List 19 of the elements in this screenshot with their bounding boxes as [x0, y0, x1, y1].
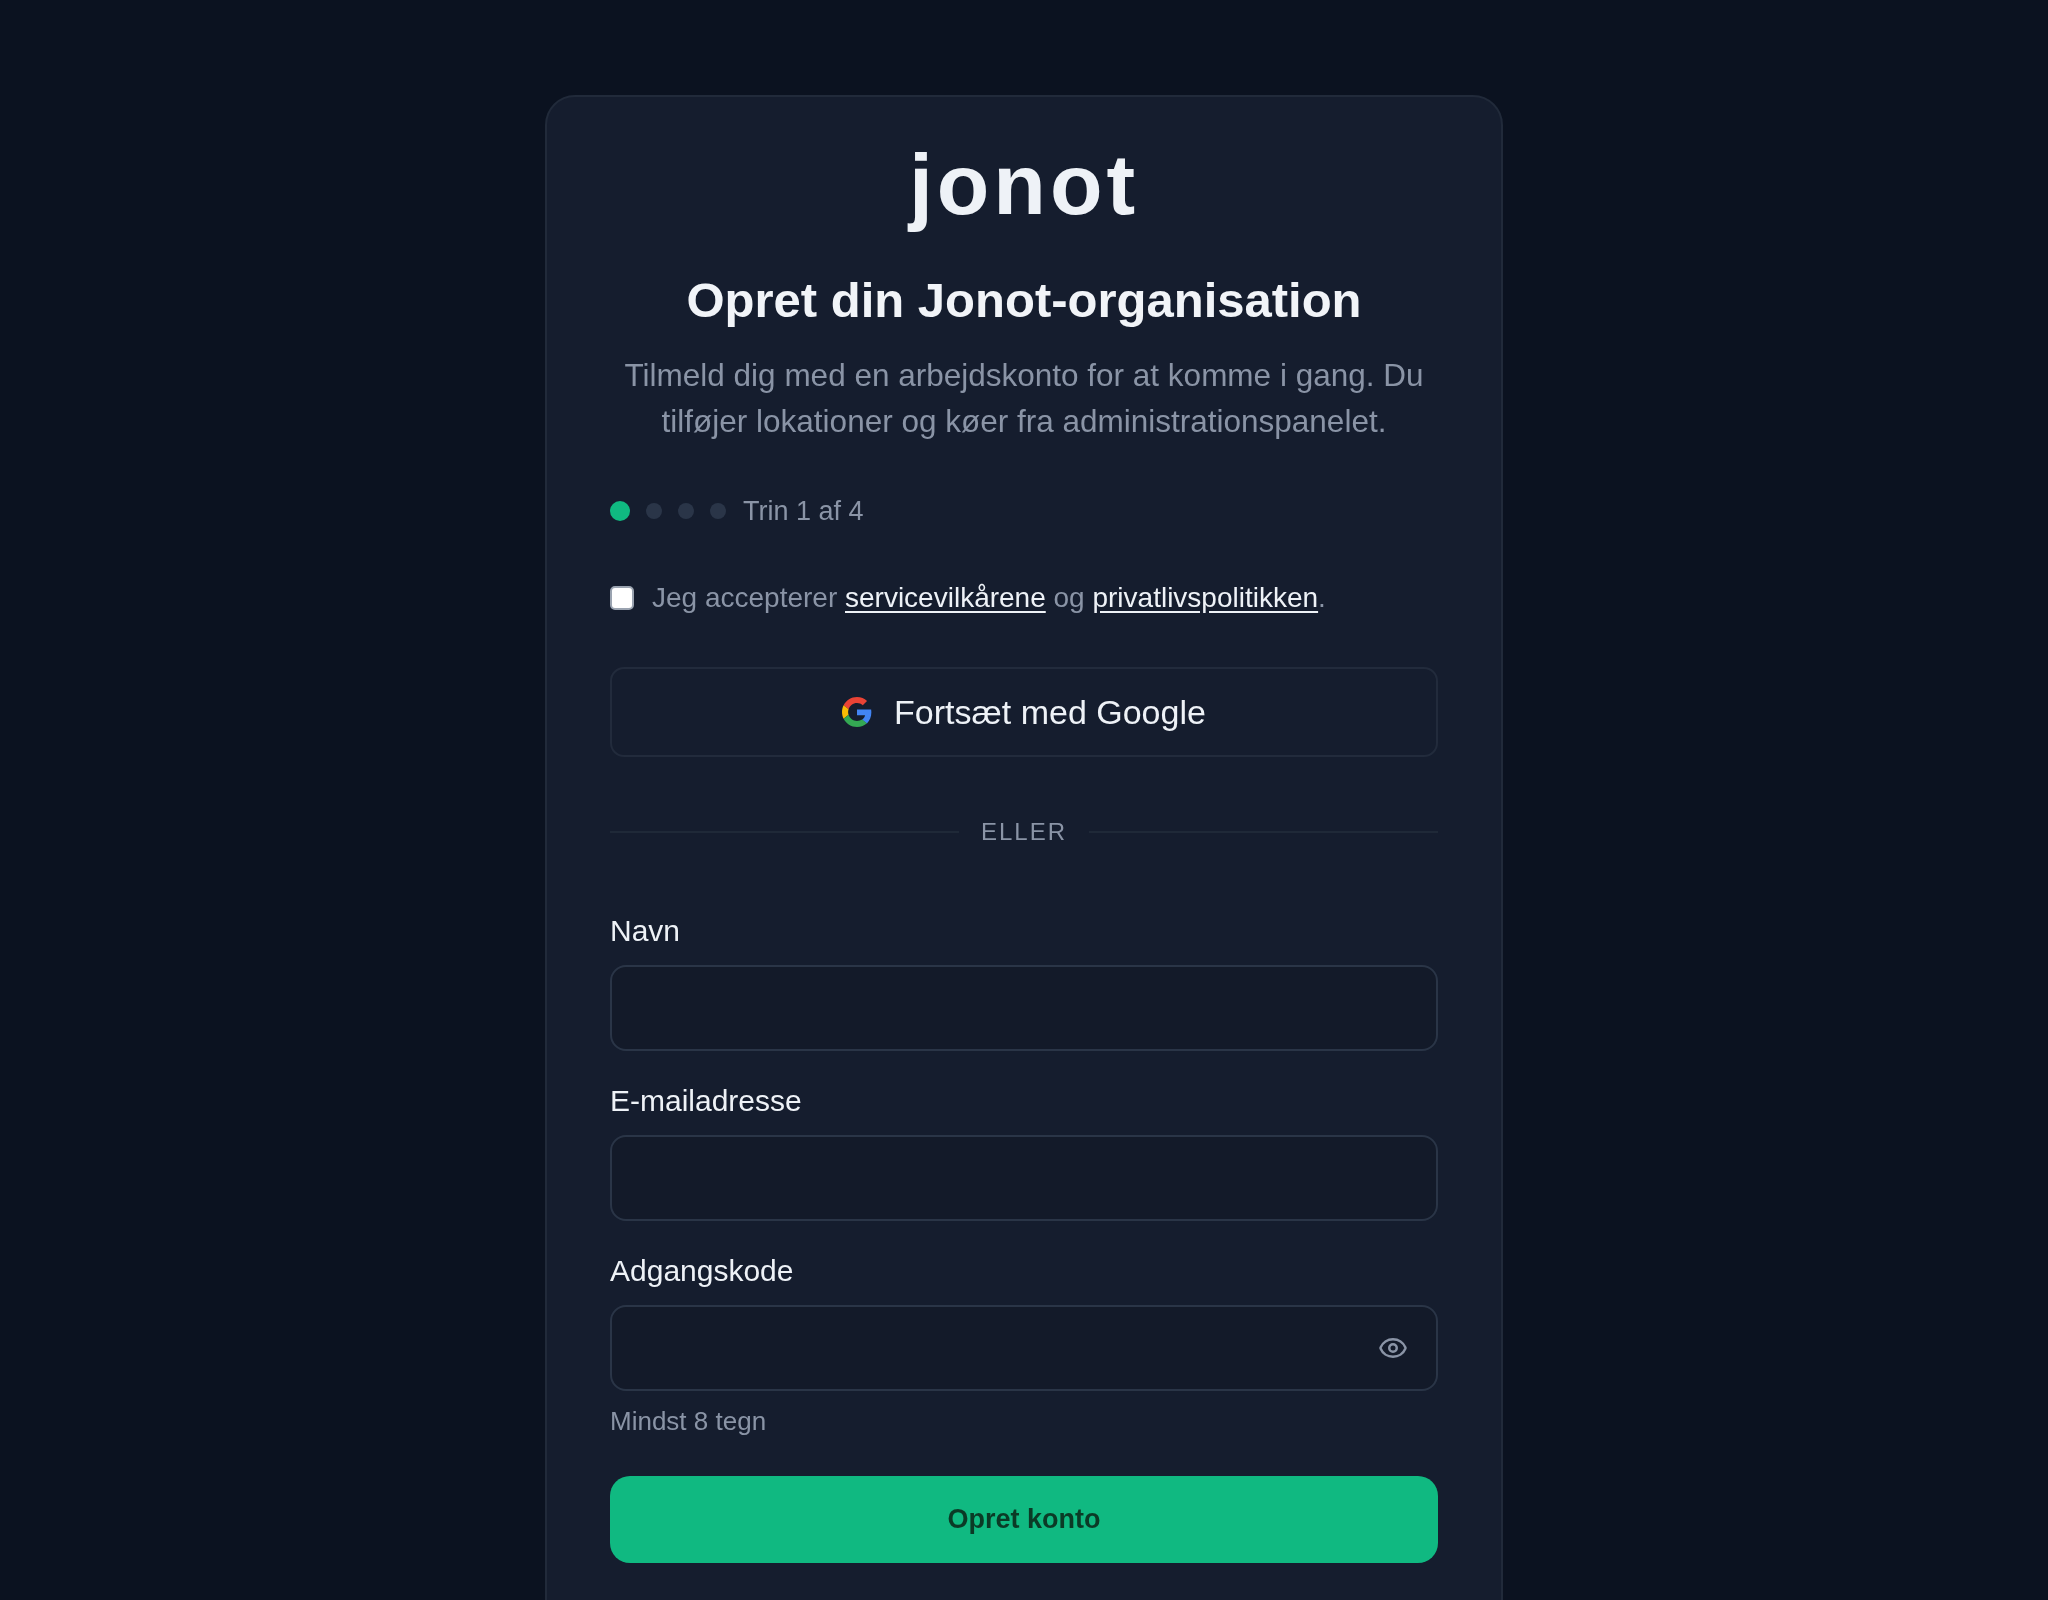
input-field[interactable] — [610, 965, 1438, 1051]
field-hint: Mindst 8 tegn — [610, 1406, 767, 1436]
logo: jonot — [906, 135, 1141, 234]
terms-link[interactable]: privatlivspolitikken — [1092, 582, 1319, 613]
divider-label: ELLER — [981, 818, 1068, 846]
google-icon — [842, 697, 873, 727]
subtitle: Tilmeld dig med en arbejdskonto for at komme i gang. Du tilføjer lokationer og køer fra administrationspanelet. — [623, 356, 1425, 441]
input-field[interactable] — [610, 1305, 1438, 1391]
input-field[interactable] — [610, 1135, 1438, 1221]
terms-text: Jeg accepterer servicevilkårene og privatlivspolitikken. — [652, 582, 1326, 614]
field-label: E-mailadresse — [610, 1084, 802, 1118]
submit-button[interactable]: Opret konto — [610, 1476, 1438, 1563]
field-label: Navn — [610, 914, 681, 948]
google-button[interactable]: Fortsæt med Google — [610, 667, 1438, 757]
step-label: Trin 1 af 4 — [743, 495, 864, 527]
field-label: Adgangskode — [610, 1254, 794, 1288]
checkbox[interactable] — [610, 586, 634, 610]
page-heading: Opret din Jonot-organisation — [685, 272, 1363, 329]
terms-link[interactable]: servicevilkårene — [845, 582, 1046, 613]
